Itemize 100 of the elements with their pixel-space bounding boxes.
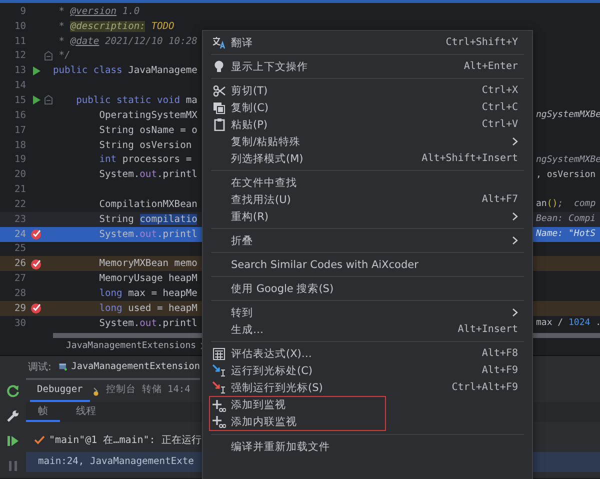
shortcut-label: Alt+F8 (482, 348, 518, 359)
menu-item[interactable]: 在文件中查找 (231, 176, 297, 188)
code-line: * @date 2021/12/10 10:28 (58, 36, 198, 47)
breadcrumb[interactable]: JavaManagementExtensions (66, 341, 196, 352)
rerun-icon[interactable] (6, 384, 20, 398)
line-number: 25 (13, 243, 27, 254)
line-number: 20 (13, 169, 27, 180)
line-number: 13 (13, 65, 27, 76)
code-line: System.out.printl (98, 318, 198, 329)
frames-tab[interactable]: 线程 (64, 402, 108, 422)
line-number: 18 (13, 140, 27, 151)
code-line: , osVersion (536, 170, 596, 180)
debug-title: 调试: (28, 360, 52, 374)
run-icon[interactable] (32, 66, 40, 76)
line-number: 29 (13, 302, 27, 314)
code-line: long max = heapMe (98, 288, 198, 299)
menu-item[interactable]: 显示上下文操作 (231, 60, 308, 72)
bulb-icon (214, 60, 224, 73)
code-line: System.out.printl (98, 228, 198, 240)
line-number: 30 (13, 318, 27, 329)
menu-item[interactable]: 重构(R) (231, 210, 268, 222)
thread-selector[interactable]: "main"@1 在…main": 正在运行 (49, 432, 202, 447)
app-icon (59, 360, 68, 373)
code-line: */ (58, 50, 70, 62)
menu-item[interactable]: 转到 (231, 306, 253, 318)
code-line: an(); comp (536, 199, 596, 210)
code-line: String osName = o (98, 124, 198, 136)
menu-item[interactable]: 评估表达式(X)… (231, 348, 312, 360)
menu-item[interactable]: 添加内联监视 (231, 416, 297, 428)
menu-item[interactable]: 添加到监视 (231, 399, 286, 412)
menu-item[interactable]: 折叠 (231, 234, 253, 246)
code-line: Name: "HotS (536, 229, 596, 240)
shortcut-label: Ctrl+C (482, 102, 518, 113)
shortcut-label: Alt+F7 (482, 194, 518, 205)
code-line: Bean: Compi (536, 214, 596, 224)
run-icon[interactable] (32, 95, 40, 106)
breakpoint-icon[interactable] (30, 228, 42, 240)
menu-item[interactable]: 翻译 (231, 36, 253, 48)
line-number: 16 (13, 110, 27, 121)
shortcut-label: Alt+Insert (458, 324, 518, 335)
run-to-cursor-icon (212, 364, 226, 377)
menu-item[interactable]: 复制/粘贴特殊 (231, 136, 301, 148)
resume-icon[interactable] (6, 434, 20, 448)
add-watch-icon (212, 415, 226, 428)
run-to-cursor-icon (212, 381, 226, 394)
shortcut-label: Ctrl+V (482, 119, 518, 130)
line-number: 10 (13, 20, 27, 32)
code-line: System.out.printl (98, 169, 198, 180)
add-watch-icon (212, 398, 226, 412)
translate-icon (212, 36, 226, 49)
calculator-icon (213, 348, 225, 360)
line-number: 14 (13, 80, 27, 92)
menu-item[interactable]: 复制(C) (231, 102, 269, 114)
line-number: 11 (13, 36, 27, 47)
code-line: * @description: TODO (58, 20, 174, 32)
line-number: 17 (13, 124, 27, 136)
line-number: 19 (13, 154, 27, 166)
session-tab[interactable]: JavaManagementExtension (71, 361, 200, 372)
debug-tab[interactable]: 控制台 (102, 380, 139, 402)
menu-item[interactable]: 编译并重新加载文件 (231, 440, 330, 452)
menu-item[interactable]: 生成… (231, 324, 264, 336)
shortcut-label: Alt+Shift+Insert (422, 153, 518, 164)
frames-tab[interactable]: 帧 (26, 402, 60, 422)
debug-tab[interactable]: 转储 14:4 (138, 380, 194, 402)
code-line: long used = heapM (98, 302, 198, 314)
menu-item[interactable]: 剪切(T) (231, 84, 268, 96)
fold-icon[interactable] (44, 95, 52, 106)
shortcut-label: Ctrl+Alt+F9 (452, 382, 518, 393)
wrench-icon[interactable] (6, 408, 20, 423)
code-line: CompilationMXBean (98, 198, 198, 210)
menu-item[interactable]: 强制运行到光标(S) (231, 382, 323, 394)
menu-item[interactable]: 查找用法(U) (231, 194, 291, 206)
menu-item[interactable]: 列选择模式(M) (231, 152, 304, 164)
clipboard-icon (214, 118, 224, 131)
code-line: OperatingSystemMX (98, 110, 198, 121)
code-line: String compilatio (98, 214, 198, 225)
line-number: 15 (13, 94, 27, 106)
line-number: 12 (13, 50, 27, 62)
scissors-icon (212, 84, 226, 96)
copy-icon (213, 102, 225, 114)
line-number: 21 (13, 184, 27, 196)
code-line: MemoryMXBean memo (98, 258, 198, 270)
breakpoint-icon[interactable] (30, 302, 42, 314)
line-number: 26 (13, 258, 27, 270)
code-line: max / 1024 . (536, 318, 600, 328)
menu-item[interactable]: 使用 Google 搜索(S) (231, 282, 334, 294)
code-line: public class JavaManageme (53, 65, 198, 76)
menu-item[interactable]: 运行到光标处(C) (231, 364, 313, 376)
check-icon (34, 434, 45, 445)
line-number: 27 (13, 273, 27, 284)
line-number: 24 (13, 228, 27, 240)
menu-item[interactable]: Search Similar Codes with AiXcoder (231, 258, 418, 270)
code-line: int processors = (98, 154, 192, 166)
fold-icon[interactable] (44, 50, 52, 61)
breakpoint-icon[interactable] (30, 258, 42, 270)
code-line: String osVersion (98, 140, 192, 151)
shortcut-label: Ctrl+X (482, 85, 518, 96)
menu-item[interactable]: 粘贴(P) (231, 118, 268, 130)
shortcut-label: Ctrl+Shift+Y (446, 37, 518, 48)
code-line: * @version 1.0 (58, 6, 140, 17)
